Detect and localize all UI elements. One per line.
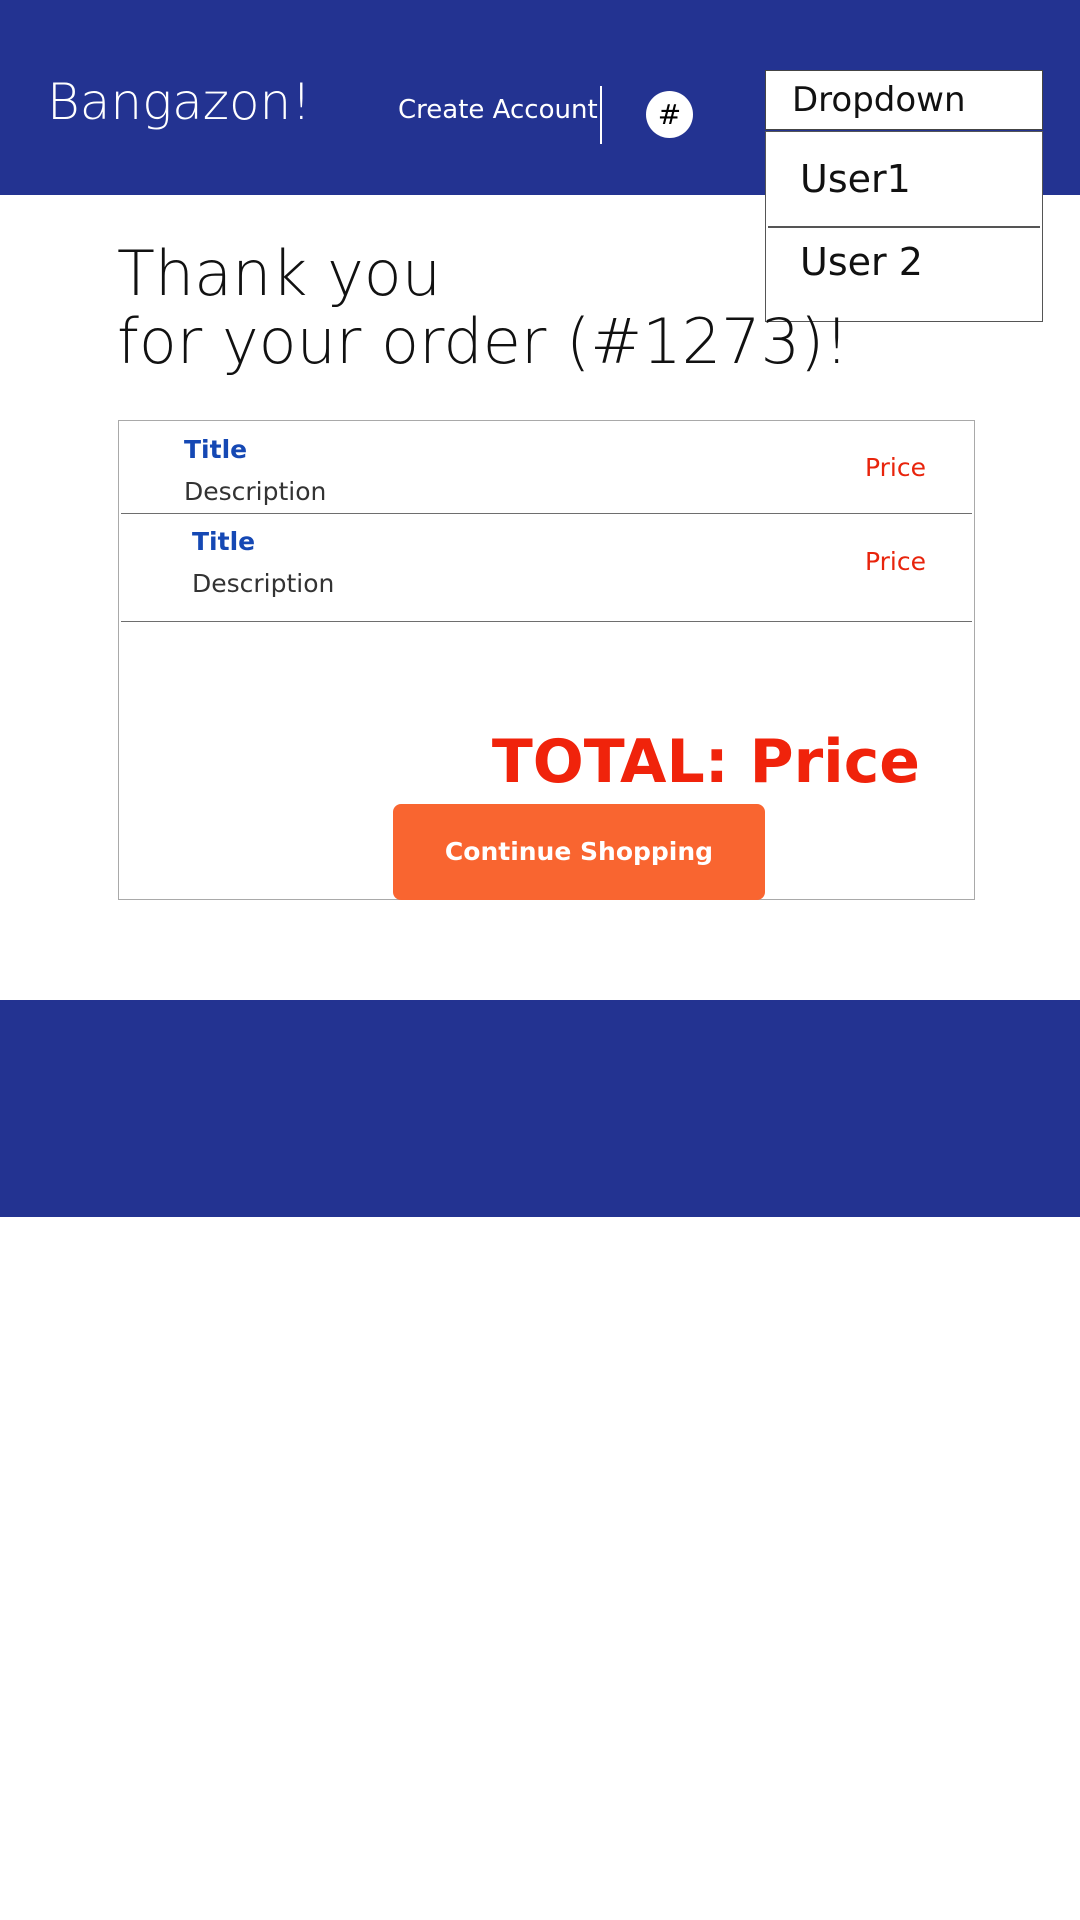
dropdown-option-label: User1 (800, 157, 911, 201)
item-title[interactable]: Title (184, 435, 247, 465)
brand-logo[interactable]: Bangazon! (47, 72, 311, 132)
page-title: Thank you for your order (#1273)! (117, 240, 849, 376)
item-description: Description (192, 569, 335, 598)
user-dropdown-label: Dropdown (792, 80, 966, 120)
page-title-line2: for your order (#1273)! (117, 305, 850, 378)
continue-shopping-button[interactable]: Continue Shopping (393, 804, 765, 900)
footer-bar (0, 1000, 1080, 1217)
row-divider (121, 621, 972, 622)
order-item-row: Title Description Price (121, 514, 972, 620)
create-account-link[interactable]: Create Account (398, 94, 598, 126)
page-title-line1: Thank you (117, 237, 441, 310)
item-description: Description (184, 477, 327, 506)
dropdown-option-user1[interactable]: User1 (766, 132, 1042, 222)
item-price: Price (865, 453, 926, 482)
order-item-row: Title Description Price (121, 421, 972, 513)
header-divider (600, 86, 602, 144)
page: Bangazon! Create Account # Dropdown User… (0, 0, 1080, 1920)
user-dropdown[interactable]: Dropdown (765, 70, 1043, 130)
order-total: TOTAL: Price (491, 727, 920, 797)
item-title[interactable]: Title (192, 527, 255, 557)
cart-count-badge[interactable]: # (646, 91, 693, 138)
item-price: Price (865, 547, 926, 576)
